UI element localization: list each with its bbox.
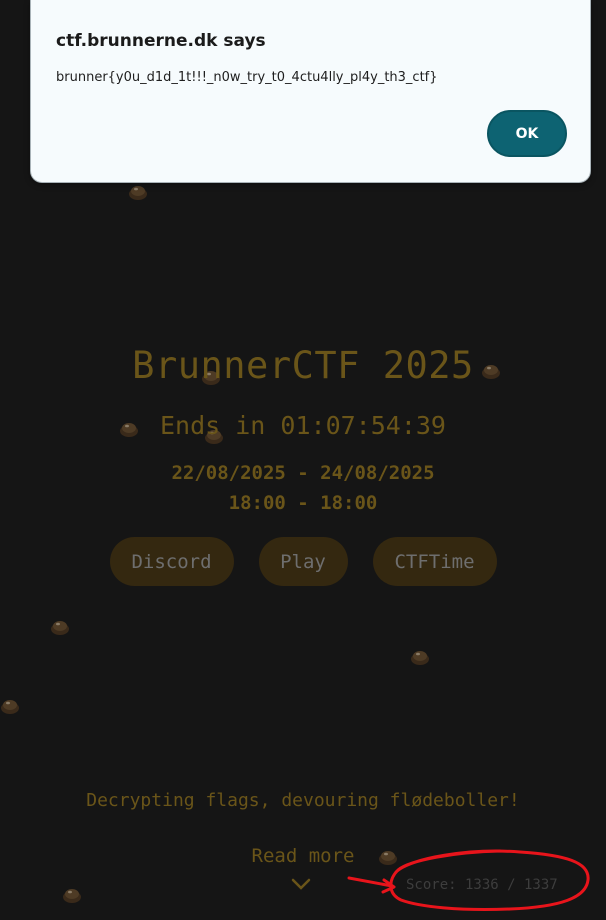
- date-range: 22/08/2025 - 24/08/2025: [171, 462, 435, 484]
- ok-button[interactable]: OK: [487, 110, 567, 157]
- score-counter: Score: 1336 / 1337: [406, 877, 558, 893]
- cookie-icon[interactable]: [50, 618, 70, 636]
- cookie-icon[interactable]: [62, 886, 82, 904]
- page-title: BrunnerCTF 2025: [132, 344, 474, 387]
- cookie-icon[interactable]: [128, 183, 148, 201]
- link-buttons: Discord Play CTFTime: [0, 537, 606, 586]
- read-more-link[interactable]: Read more: [0, 845, 606, 867]
- ctftime-button[interactable]: CTFTime: [372, 537, 497, 586]
- countdown-timer: Ends in 01:07:54:39: [160, 411, 446, 440]
- discord-button[interactable]: Discord: [109, 537, 234, 586]
- time-range: 18:00 - 18:00: [228, 492, 378, 514]
- cookie-icon[interactable]: [410, 648, 430, 666]
- dialog-message: brunner{y0u_d1d_1t!!!_n0w_try_t0_4ctu4ll…: [56, 70, 438, 85]
- cookie-icon[interactable]: [0, 697, 20, 715]
- tagline: Decrypting flags, devouring flødeboller!: [86, 790, 520, 811]
- alert-dialog: ctf.brunnerne.dk says brunner{y0u_d1d_1t…: [30, 0, 591, 183]
- dialog-title: ctf.brunnerne.dk says: [56, 31, 266, 51]
- event-dates: 22/08/2025 - 24/08/2025 18:00 - 18:00: [0, 458, 606, 518]
- play-button[interactable]: Play: [258, 537, 348, 586]
- chevron-down-icon[interactable]: [291, 877, 311, 891]
